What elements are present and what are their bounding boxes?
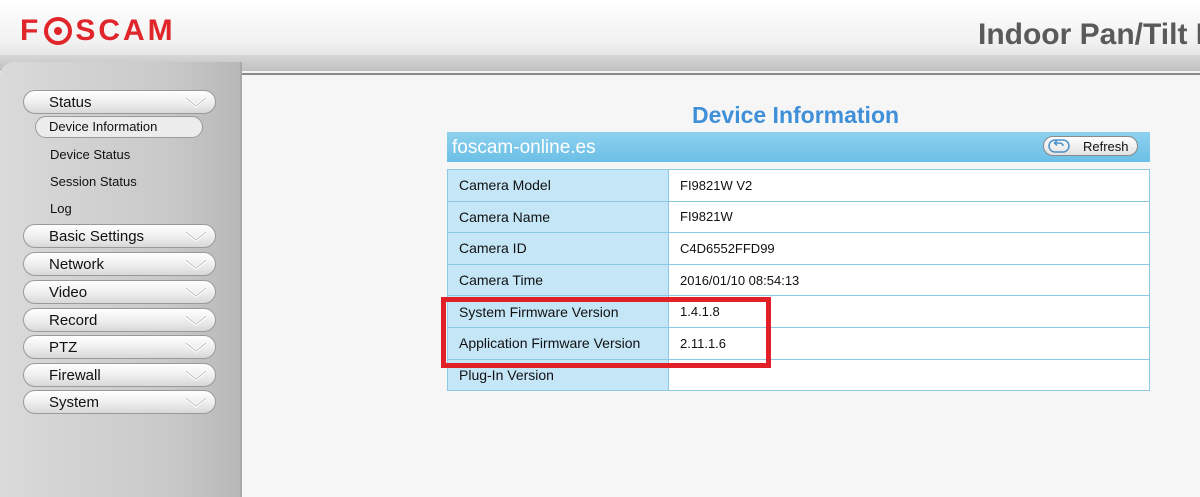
sidebar-item-device-status[interactable]: Device Status (50, 147, 130, 162)
logo-text-left: F (20, 14, 42, 47)
chevron-down-icon (185, 230, 207, 242)
chevron-down-icon (185, 369, 207, 381)
row-key: Camera Name (447, 200, 669, 234)
menu-network[interactable]: Network (23, 252, 216, 276)
row-value: C4D6552FFD99 (668, 232, 1150, 265)
chevron-down-icon (185, 314, 207, 326)
row-key: Plug-In Version (447, 358, 669, 392)
chevron-down-icon (185, 96, 207, 108)
refresh-button[interactable]: Refresh (1043, 136, 1138, 156)
menu-network-label: Network (49, 256, 105, 273)
menu-basic-settings-label: Basic Settings (49, 228, 145, 245)
menu-video-label: Video (49, 284, 88, 301)
table-row: System Firmware Version 1.4.1.8 (447, 295, 1150, 328)
info-header-bar: foscam-online.es Refresh (447, 132, 1150, 162)
sidebar-item-session-status[interactable]: Session Status (50, 174, 137, 189)
refresh-button-label: Refresh (1083, 139, 1129, 154)
row-value: 2016/01/10 08:54:13 (668, 263, 1150, 297)
sidebar-item-log[interactable]: Log (50, 201, 72, 216)
foscam-logo: F SCAM (20, 14, 176, 48)
sidebar-item-device-information[interactable]: Device Information (35, 116, 203, 138)
row-key: Application Firmware Version (447, 326, 669, 360)
menu-record[interactable]: Record (23, 308, 216, 332)
row-value: 1.4.1.8 (668, 295, 1150, 328)
row-value: FI9821W V2 (668, 169, 1150, 202)
row-key: Camera Time (447, 263, 669, 297)
page-title: Device Information (692, 102, 900, 128)
menu-ptz[interactable]: PTZ (23, 335, 216, 359)
table-row: Camera Model FI9821W V2 (447, 169, 1150, 202)
menu-system[interactable]: System (23, 390, 216, 414)
menu-status[interactable]: Status (23, 90, 216, 114)
camera-lens-icon (44, 17, 73, 45)
menu-video[interactable]: Video (23, 280, 216, 304)
chevron-down-icon (185, 286, 207, 298)
menu-system-label: System (49, 394, 100, 411)
chevron-down-icon (185, 396, 207, 408)
menu-firewall-label: Firewall (49, 367, 101, 384)
table-row: Camera Time 2016/01/10 08:54:13 (447, 263, 1150, 297)
menu-record-label: Record (49, 312, 98, 329)
menu-ptz-label: PTZ (49, 339, 78, 356)
device-info-table: Camera Model FI9821W V2 Camera Name FI98… (447, 169, 1150, 392)
table-row: Camera ID C4D6552FFD99 (447, 232, 1150, 265)
header: F SCAM Indoor Pan/Tilt I (0, 0, 1200, 71)
logo-text-right: SCAM (75, 14, 176, 47)
chevron-down-icon (185, 341, 207, 353)
site-watermark: foscam-online.es (452, 137, 596, 158)
row-value (668, 358, 1150, 392)
row-key: Camera Model (447, 169, 669, 202)
row-key: System Firmware Version (447, 295, 669, 328)
row-value: FI9821W (668, 200, 1150, 234)
chevron-down-icon (185, 258, 207, 270)
table-row: Camera Name FI9821W (447, 200, 1150, 234)
row-key: Camera ID (447, 232, 669, 265)
row-value: 2.11.1.6 (668, 326, 1150, 360)
menu-status-label: Status (49, 94, 92, 111)
table-row: Application Firmware Version 2.11.1.6 (447, 326, 1150, 360)
table-row: Plug-In Version (447, 358, 1150, 392)
menu-firewall[interactable]: Firewall (23, 363, 216, 387)
refresh-icon (1048, 139, 1070, 153)
menu-basic-settings[interactable]: Basic Settings (23, 224, 216, 248)
product-title: Indoor Pan/Tilt I (978, 18, 1200, 51)
